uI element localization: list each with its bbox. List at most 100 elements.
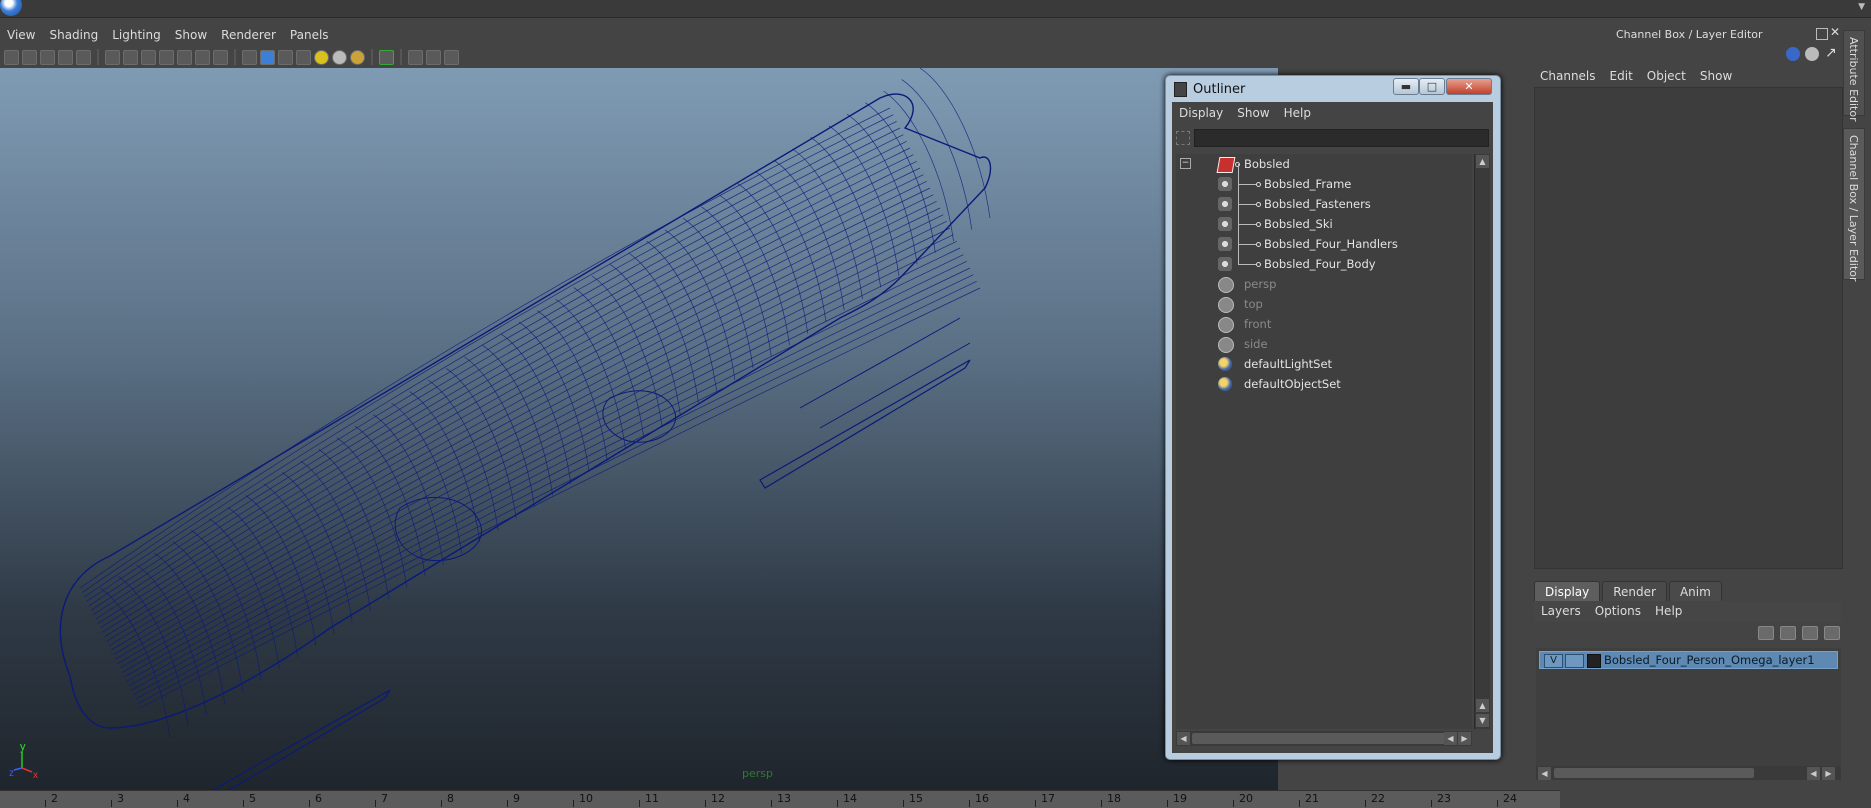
scroll-left-icon[interactable]: ◀ [1538, 767, 1551, 780]
outliner-item[interactable]: Bobsled_Frame [1176, 164, 1472, 194]
scroll-left-icon[interactable]: ◀ [1807, 767, 1820, 780]
layer-playback-toggle[interactable] [1565, 654, 1584, 668]
channel-box-tab[interactable]: Channel Box / Layer Editor [1843, 128, 1865, 282]
lights-icon[interactable] [314, 49, 329, 65]
scroll-down-icon[interactable]: ▼ [1858, 2, 1865, 12]
menu-renderer[interactable]: Renderer [214, 25, 283, 45]
channel-box-menu-edit[interactable]: Edit [1603, 66, 1640, 86]
move-layer-down-icon[interactable] [1780, 626, 1796, 640]
channel-box-menu-channels[interactable]: Channels [1533, 66, 1603, 86]
outliner-menu-help[interactable]: Help [1277, 102, 1318, 124]
menu-panels[interactable]: Panels [283, 25, 336, 45]
outliner-filter-input[interactable] [1194, 129, 1489, 147]
shadows-icon[interactable] [332, 49, 347, 65]
viewport-persp[interactable] [0, 68, 1278, 790]
safe-action-icon[interactable] [195, 49, 210, 65]
xray-joints-icon[interactable] [426, 49, 441, 65]
grid-icon[interactable] [105, 49, 120, 65]
channel-box-icon[interactable] [1786, 47, 1800, 61]
timeline-tick [771, 800, 772, 807]
textured-icon[interactable] [296, 49, 311, 65]
outliner-item[interactable]: Bobsled_Ski [1176, 204, 1472, 234]
layer-row[interactable]: V Bobsled_Four_Person_Omega_layer1 [1539, 651, 1838, 669]
layer-menu-options[interactable]: Options [1588, 601, 1648, 622]
scroll-right-icon[interactable]: ▶ [1458, 732, 1471, 745]
layer-color-swatch[interactable] [1587, 654, 1601, 668]
wireframe-on-shaded-icon[interactable] [278, 49, 293, 65]
resolution-gate-icon[interactable] [141, 49, 156, 65]
xray-icon[interactable] [408, 49, 423, 65]
new-layer-from-selection-icon[interactable] [1824, 626, 1840, 640]
select-camera-icon[interactable] [4, 49, 19, 65]
time-slider-ruler[interactable]: 2 3 4 5 6 7 8 9 10 11 12 13 14 15 16 17 18 19 20 21 22 23 24 [0, 790, 1560, 808]
scroll-right-icon[interactable]: ▶ [1822, 767, 1835, 780]
outliner-item[interactable]: defaultObjectSet [1176, 374, 1472, 394]
isolate-select-icon[interactable] [379, 49, 394, 65]
outliner-filter-row [1172, 126, 1493, 150]
outliner-item[interactable]: Bobsled_Four_Body [1176, 244, 1472, 274]
bookmark-icon[interactable] [40, 49, 55, 65]
outliner-item[interactable]: Bobsled_Four_Handlers [1176, 224, 1472, 254]
outliner-vertical-scrollbar[interactable]: ▲ ▲ ▼ [1474, 154, 1490, 729]
layer-visibility-toggle[interactable]: V [1544, 654, 1563, 668]
image-plane-icon[interactable] [58, 49, 73, 65]
float-panel-icon[interactable] [1816, 28, 1828, 40]
scroll-down-icon[interactable]: ▲ [1476, 699, 1489, 712]
scroll-left-icon[interactable]: ◀ [1444, 732, 1457, 745]
close-button[interactable]: ✕ [1446, 78, 1492, 95]
close-panel-icon[interactable]: ✕ [1830, 25, 1840, 39]
menu-show[interactable]: Show [168, 25, 214, 45]
maximize-button[interactable]: □ [1419, 78, 1445, 95]
outliner-horizontal-scrollbar[interactable]: ◀ ◀ ▶ [1176, 731, 1472, 746]
attributes-icon[interactable] [1805, 47, 1819, 61]
channel-box-menu-object[interactable]: Object [1640, 66, 1693, 86]
high-quality-icon[interactable] [350, 49, 365, 65]
menu-view[interactable]: View [0, 25, 42, 45]
wireframe-icon[interactable] [242, 49, 257, 65]
scrollbar-thumb[interactable] [1554, 768, 1754, 778]
tab-anim[interactable]: Anim [1668, 581, 1722, 601]
xray-components-icon[interactable] [444, 49, 459, 65]
smooth-shade-icon[interactable] [260, 49, 275, 65]
menu-shading[interactable]: Shading [42, 25, 105, 45]
layer-menu-layers[interactable]: Layers [1534, 601, 1588, 622]
field-chart-icon[interactable] [177, 49, 192, 65]
channel-box-area[interactable] [1534, 87, 1843, 569]
outliner-item[interactable]: persp [1176, 274, 1472, 294]
layer-name[interactable]: Bobsled_Four_Person_Omega_layer1 [1604, 653, 1815, 667]
outliner-menu-show[interactable]: Show [1230, 102, 1276, 124]
new-empty-layer-icon[interactable] [1802, 626, 1818, 640]
film-gate-icon[interactable] [123, 49, 138, 65]
attribute-editor-tab[interactable]: Attribute Editor [1843, 30, 1865, 122]
channel-box-menu-show[interactable]: Show [1693, 66, 1739, 86]
outliner-item[interactable]: front [1176, 314, 1472, 334]
layer-editor-tabs: Display Render Anim [1534, 581, 1724, 601]
outliner-item[interactable]: defaultLightSet [1176, 354, 1472, 374]
tab-display[interactable]: Display [1534, 581, 1601, 601]
scroll-left-icon[interactable]: ◀ [1177, 732, 1190, 745]
timeline-tick [1233, 800, 1234, 807]
safe-title-icon[interactable] [213, 49, 228, 65]
collapse-icon[interactable]: − [1180, 158, 1191, 169]
outliner-item[interactable]: − Bobsled [1176, 154, 1472, 174]
timeline-tick-label: 10 [579, 792, 593, 805]
menu-lighting[interactable]: Lighting [105, 25, 168, 45]
move-layer-up-icon[interactable] [1758, 626, 1774, 640]
scroll-down-icon[interactable]: ▼ [1476, 714, 1489, 727]
layer-menu-help[interactable]: Help [1648, 601, 1689, 622]
outliner-titlebar[interactable]: Outliner ▬ □ ✕ [1166, 76, 1500, 100]
camera-attributes-icon[interactable] [22, 49, 37, 65]
2d-pan-zoom-icon[interactable] [76, 49, 91, 65]
tab-render[interactable]: Render [1602, 581, 1667, 601]
minimize-button[interactable]: ▬ [1393, 78, 1419, 95]
outliner-menu-display[interactable]: Display [1172, 102, 1230, 124]
filter-icon[interactable] [1176, 131, 1190, 145]
scroll-up-icon[interactable]: ▲ [1476, 155, 1489, 168]
outliner-item[interactable]: top [1176, 294, 1472, 314]
tool-settings-icon[interactable]: ↗ [1825, 45, 1837, 61]
gate-mask-icon[interactable] [159, 49, 174, 65]
scrollbar-thumb[interactable] [1192, 733, 1445, 744]
layer-editor-scrollbar[interactable]: ◀ ◀ ▶ [1536, 766, 1841, 780]
outliner-item[interactable]: side [1176, 334, 1472, 354]
outliner-item[interactable]: Bobsled_Fasteners [1176, 184, 1472, 214]
